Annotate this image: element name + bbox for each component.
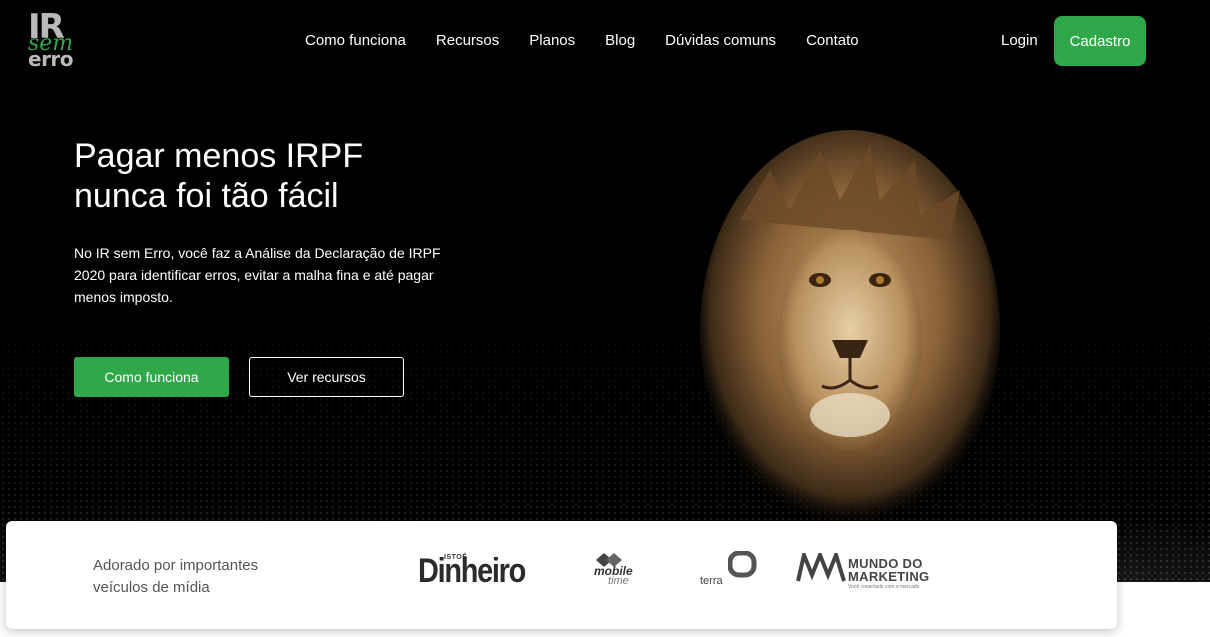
media-label-line-1: Adorado por importantes — [93, 557, 259, 574]
mundo-do-marketing-icon — [796, 553, 846, 582]
terra-icon — [728, 551, 757, 578]
terra-logo: terra — [700, 549, 760, 591]
hero-section: IR sem erro Como funciona Recursos Plano… — [0, 0, 1210, 582]
site-logo[interactable]: IR sem erro — [26, 8, 86, 70]
dinheiro-text: Dinheiro — [418, 552, 526, 590]
nav-item-como-funciona[interactable]: Como funciona — [305, 30, 406, 52]
media-mentions-card: Adorado por importantes veículos de mídi… — [6, 521, 1117, 629]
istoe-dinheiro-logo: ISTOÉ Dinheiro — [418, 551, 544, 591]
lion-image — [700, 130, 1000, 530]
nav-item-planos[interactable]: Planos — [529, 30, 575, 52]
nav-item-recursos[interactable]: Recursos — [436, 30, 499, 52]
nav-item-duvidas-comuns[interactable]: Dúvidas comuns — [665, 30, 776, 52]
marketing-text: MARKETING — [848, 569, 930, 584]
media-label: Adorado por importantes veículos de mídi… — [93, 555, 323, 599]
terra-text: terra — [700, 575, 723, 587]
marketing-tagline: Você conectado com o mercado — [848, 584, 920, 590]
hero-description: No IR sem Erro, você faz a Análise da De… — [74, 245, 441, 305]
hero-title: Pagar menos IRPF nunca foi tão fácil — [74, 136, 494, 216]
main-nav: Como funciona Recursos Planos Blog Dúvid… — [305, 30, 889, 52]
nav-item-contato[interactable]: Contato — [806, 30, 859, 52]
signup-button[interactable]: Cadastro — [1054, 16, 1146, 66]
logo-erro-text: erro — [28, 47, 74, 71]
time-text: time — [608, 575, 629, 587]
login-link[interactable]: Login — [1001, 30, 1038, 52]
how-it-works-button[interactable]: Como funciona — [74, 357, 229, 397]
see-features-button[interactable]: Ver recursos — [249, 357, 404, 397]
mundo-do-marketing-logo: MUNDO DO MARKETING Você conectado com o … — [796, 551, 936, 593]
hero-title-line-2: nunca foi tão fácil — [74, 177, 339, 215]
mobile-time-logo: mobile time — [590, 551, 646, 591]
hero-title-line-1: Pagar menos IRPF — [74, 137, 364, 175]
media-label-line-2: veículos de mídia — [93, 579, 210, 596]
nav-item-blog[interactable]: Blog — [605, 30, 635, 52]
